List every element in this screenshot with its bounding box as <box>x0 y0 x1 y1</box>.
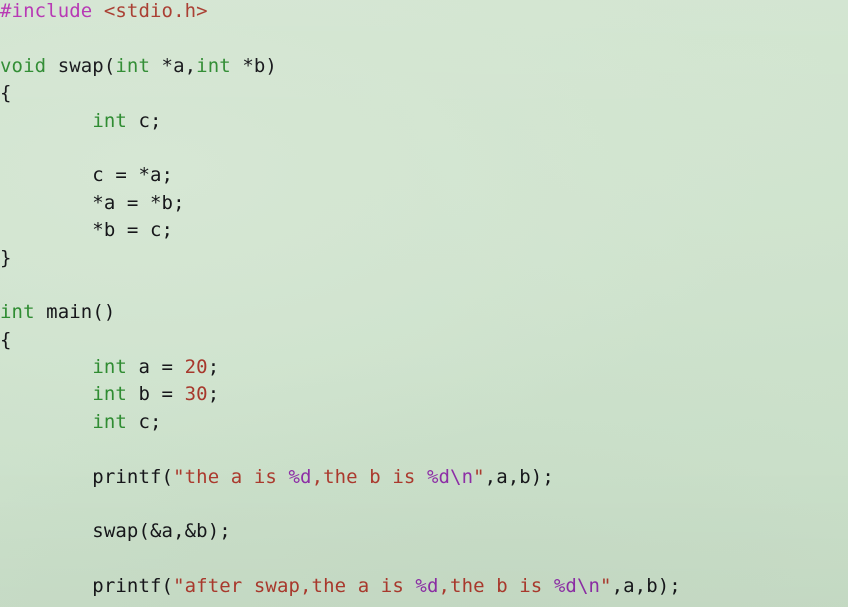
code-token-plain: swap(&a,&b); <box>0 520 231 543</box>
code-line: ​ <box>0 601 848 607</box>
code-token-kw: void <box>0 54 47 77</box>
code-token-kw: int <box>196 54 231 77</box>
code-token-kw: int <box>92 109 127 132</box>
code-token-str: " <box>600 575 612 598</box>
code-token-brace: { <box>0 82 12 105</box>
code-token-plain: ; <box>207 383 220 406</box>
code-token-str: "the a is <box>173 465 289 488</box>
code-token-plain: c; <box>126 410 162 433</box>
code-token-fmt: %d <box>415 575 439 598</box>
code-token-plain: ,a,b); <box>611 575 681 598</box>
code-line: printf("after swap,the a is %d,the b is … <box>0 573 848 600</box>
code-token-kw: int <box>92 356 127 379</box>
code-line: ​ <box>0 546 848 573</box>
code-token-str: ,the b is <box>311 465 427 488</box>
code-token-num: 20 <box>184 356 208 379</box>
code-token-plain: c; <box>126 109 162 132</box>
code-token-fmt: %d <box>288 465 312 488</box>
code-line: int main() <box>0 299 848 326</box>
code-viewer: #include <stdio.h>​void swap(int *a,int … <box>0 0 848 607</box>
code-line: c = *a; <box>0 162 848 189</box>
code-line: int c; <box>0 108 848 135</box>
code-token-kw: int <box>115 54 151 77</box>
code-line: ​ <box>0 25 848 52</box>
code-line: ​ <box>0 272 848 299</box>
code-line: { <box>0 80 848 107</box>
code-token-fmt: %d <box>426 465 451 488</box>
code-token-plain: printf( <box>0 575 174 598</box>
code-line: printf("the a is %d,the b is %d\n",a,b); <box>0 464 848 491</box>
code-token-brace: { <box>0 328 12 351</box>
code-token-fmt: \n <box>576 575 601 598</box>
code-token-plain: c = *a; <box>0 164 174 187</box>
code-token-kw: int <box>92 383 127 406</box>
code-line: } <box>0 245 848 272</box>
source-code-block[interactable]: #include <stdio.h>​void swap(int *a,int … <box>0 0 848 607</box>
code-token-plain: ; <box>207 356 220 379</box>
code-token-plain: swap( <box>46 54 116 77</box>
code-line: void swap(int *a,int *b) <box>0 53 848 80</box>
code-token-str: " <box>473 465 485 488</box>
code-line: #include <stdio.h> <box>0 0 848 25</box>
code-line: { <box>0 327 848 354</box>
code-token-plain: *b) <box>230 54 277 77</box>
code-token-plain: ,a,b); <box>484 465 554 488</box>
code-line: *b = c; <box>0 217 848 244</box>
code-line: ​ <box>0 491 848 518</box>
code-token-plain: printf( <box>0 465 174 488</box>
code-token-str: "after swap,the a is <box>173 575 416 598</box>
code-token-num: 30 <box>184 383 208 406</box>
code-line: ​ <box>0 135 848 162</box>
code-token-hdr: <stdio.h> <box>103 0 208 22</box>
code-token-fmt: \n <box>450 465 474 488</box>
code-token-plain: main() <box>34 301 116 324</box>
code-line: int c; <box>0 409 848 436</box>
code-line: ​ <box>0 436 848 463</box>
code-token-fmt: %d <box>553 575 577 598</box>
code-line: int a = 20; <box>0 354 848 381</box>
code-token-kw: int <box>0 301 35 324</box>
code-token-plain: *a = *b; <box>0 191 185 214</box>
code-token-kw: int <box>92 410 127 433</box>
code-line: *a = *b; <box>0 190 848 217</box>
code-token-str: ,the b is <box>438 575 554 598</box>
code-token-plain: a = <box>126 356 185 379</box>
code-token-brace: } <box>0 246 12 269</box>
code-line: swap(&a,&b); <box>0 518 848 545</box>
code-token-plain: b = <box>126 383 185 406</box>
code-token-plain: *b = c; <box>0 219 174 242</box>
code-token-plain: *a, <box>150 54 197 77</box>
code-line: int b = 30; <box>0 381 848 408</box>
code-token-pre: #include <box>0 0 93 22</box>
